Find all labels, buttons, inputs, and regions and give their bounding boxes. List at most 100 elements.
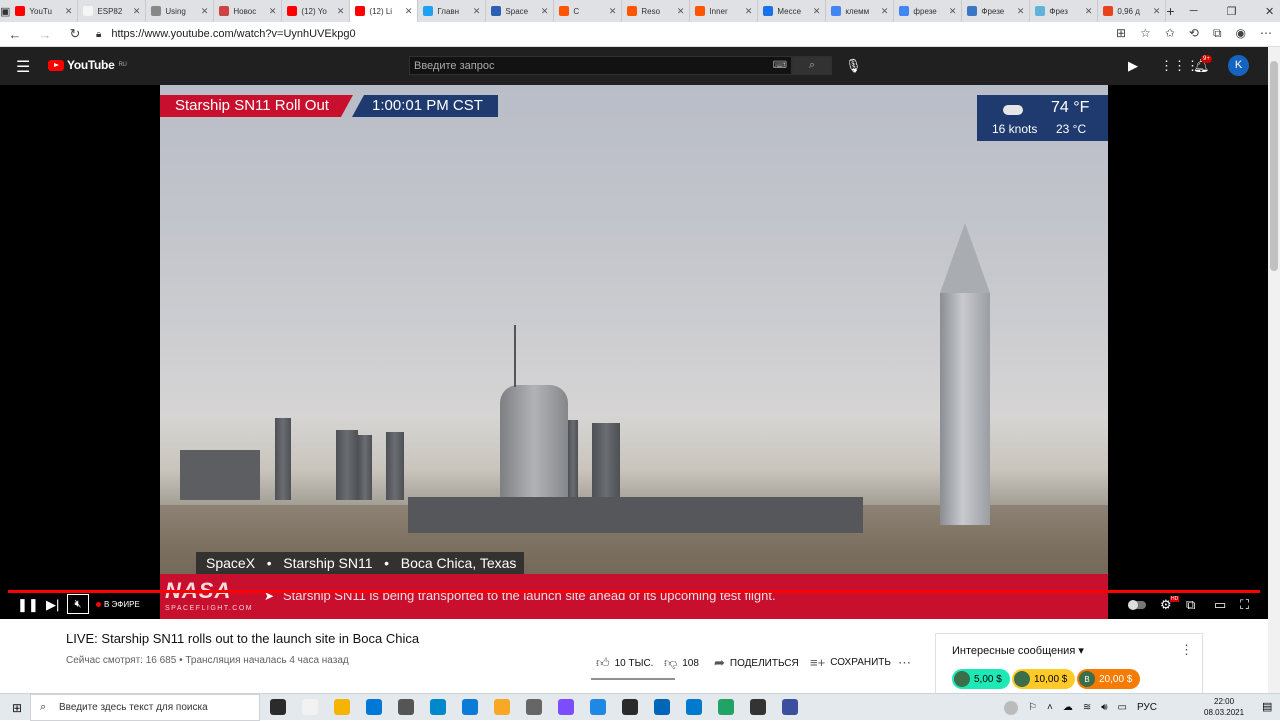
browser-tab[interactable]: ESP82 ✕ xyxy=(78,0,147,22)
tab-close-icon[interactable]: ✕ xyxy=(269,6,277,17)
tab-close-icon[interactable]: ✕ xyxy=(1017,6,1025,17)
pause-icon[interactable]: ❚❚ xyxy=(17,597,39,613)
taskbar-app-icon[interactable] xyxy=(462,699,478,715)
volume-icon[interactable]: 🔊︎ xyxy=(1101,702,1107,713)
tab-close-icon[interactable]: ✕ xyxy=(609,6,617,17)
chat-more-icon[interactable]: ⋮ xyxy=(1180,642,1193,658)
taskbar-app-icon[interactable] xyxy=(718,699,734,715)
back-button[interactable]: ← xyxy=(0,27,30,42)
browser-tab[interactable]: Reso ✕ xyxy=(622,0,691,22)
taskbar-app-icon[interactable] xyxy=(782,699,798,715)
tab-close-icon[interactable]: ✕ xyxy=(133,6,141,17)
notifications-icon[interactable]: ▤ xyxy=(1262,700,1272,713)
people-icon[interactable]: ⚐ xyxy=(1028,702,1037,713)
collections-icon[interactable]: ⧉ xyxy=(1213,26,1222,41)
taskbar-app-icon[interactable] xyxy=(334,699,350,715)
superchat-chip[interactable]: 10,00 $ xyxy=(1012,669,1076,689)
more-icon[interactable]: ⋯ xyxy=(1260,26,1272,41)
search-input[interactable]: Введите запрос ⌨ xyxy=(409,56,792,75)
taskbar-app-icon[interactable] xyxy=(686,699,702,715)
taskbar-app-icon[interactable] xyxy=(558,699,574,715)
browser-tab[interactable]: YouTu ✕ xyxy=(10,0,79,22)
wifi-icon[interactable]: ≋ xyxy=(1083,702,1091,713)
autoplay-toggle[interactable] xyxy=(1128,600,1146,610)
tray-expand-icon[interactable]: ˄ xyxy=(1047,702,1053,713)
browser-tab[interactable]: Главн ✕ xyxy=(418,0,487,22)
tab-close-icon[interactable]: ✕ xyxy=(201,6,209,17)
browser-tab[interactable]: Мессе ✕ xyxy=(758,0,827,22)
scrollbar-thumb[interactable] xyxy=(1270,61,1278,271)
browser-tab[interactable]: Using ✕ xyxy=(146,0,215,22)
mute-icon[interactable]: 🔇︎ xyxy=(67,594,89,614)
user-icon[interactable] xyxy=(1004,700,1018,715)
taskbar-clock[interactable]: 22:00 08.03.2021 xyxy=(1204,696,1244,718)
browser-tab[interactable]: (12) Li ✕ xyxy=(350,0,419,22)
tab-close-icon[interactable]: ✕ xyxy=(813,6,821,17)
live-indicator[interactable]: В ЭФИРЕ xyxy=(96,600,140,609)
share-button[interactable]: ➦ ПОДЕЛИТЬСЯ xyxy=(714,655,799,671)
close-window-button[interactable]: ✕ xyxy=(1251,0,1280,22)
taskbar-app-icon[interactable] xyxy=(590,699,606,715)
minimize-button[interactable]: ─ xyxy=(1175,0,1213,22)
taskbar-app-icon[interactable] xyxy=(526,699,542,715)
superchat-chip[interactable]: B 20,00 $ xyxy=(1077,669,1141,689)
browser-tab[interactable]: Новос ✕ xyxy=(214,0,283,22)
more-actions-icon[interactable]: ⋯ xyxy=(898,655,911,671)
youtube-logo[interactable]: YouTube RU xyxy=(48,58,127,72)
taskbar-search-input[interactable]: ⌕ Введите здесь текст для поиска xyxy=(30,694,260,721)
browser-tab[interactable]: 0,96 д ✕ xyxy=(1098,0,1167,22)
next-icon[interactable]: ▶| xyxy=(46,597,59,613)
favorites-icon[interactable]: ✩ xyxy=(1165,26,1175,41)
browser-tab[interactable]: (12) Yo ✕ xyxy=(282,0,351,22)
maximize-button[interactable]: ❐ xyxy=(1213,0,1251,22)
keyboard-icon[interactable]: ⌨ xyxy=(773,60,787,71)
taskbar-app-icon[interactable] xyxy=(654,699,670,715)
app-available-icon[interactable]: ⊞ xyxy=(1116,26,1126,41)
browser-tab[interactable]: фрезе ✕ xyxy=(894,0,963,22)
video-player[interactable]: Starship SN11 Roll Out 1:00:01 PM CST 74… xyxy=(0,85,1268,619)
microphone-icon[interactable]: 🎙︎ xyxy=(845,58,862,74)
tracking-icon[interactable]: ☆ xyxy=(1140,26,1151,41)
tab-close-icon[interactable]: ✕ xyxy=(677,6,685,17)
fullscreen-icon[interactable]: ⛶ xyxy=(1240,597,1249,613)
language-indicator[interactable]: РУС xyxy=(1137,702,1157,713)
tab-close-icon[interactable]: ✕ xyxy=(65,6,73,17)
browser-tab[interactable]: Фрезе ✕ xyxy=(962,0,1031,22)
taskbar-app-icon[interactable] xyxy=(430,699,446,715)
forward-button[interactable]: → xyxy=(30,27,60,42)
tab-close-icon[interactable]: ✕ xyxy=(881,6,889,17)
tab-close-icon[interactable]: ✕ xyxy=(337,6,345,17)
tab-close-icon[interactable]: ✕ xyxy=(473,6,481,17)
taskbar-app-icon[interactable] xyxy=(270,699,286,715)
history-icon[interactable]: ⟲ xyxy=(1189,26,1199,41)
taskbar-app-icon[interactable] xyxy=(622,699,638,715)
tab-close-icon[interactable]: ✕ xyxy=(1085,6,1093,17)
windows-start-icon[interactable]: ⊞ xyxy=(12,701,22,715)
like-button[interactable]: 👍︎ 10 ТЫС. xyxy=(596,655,653,671)
avatar[interactable]: K xyxy=(1228,55,1249,76)
tab-actions-icon[interactable]: ▣ xyxy=(0,0,10,22)
browser-tab[interactable]: Space ✕ xyxy=(486,0,555,22)
save-button[interactable]: ≡+ СОХРАНИТЬ xyxy=(810,655,891,670)
create-video-icon[interactable]: ▶ xyxy=(1128,58,1138,74)
profile-icon[interactable]: ◉ xyxy=(1236,26,1246,41)
tab-close-icon[interactable]: ✕ xyxy=(541,6,549,17)
browser-tab[interactable]: клемм ✕ xyxy=(826,0,895,22)
reload-button[interactable]: ↻ xyxy=(60,26,90,42)
taskbar-app-icon[interactable] xyxy=(366,699,382,715)
video-frame[interactable]: Starship SN11 Roll Out 1:00:01 PM CST 74… xyxy=(160,85,1108,619)
battery-icon[interactable]: ▭ xyxy=(1118,702,1127,713)
chat-mode-dropdown[interactable]: Интересные сообщения ▾ xyxy=(952,644,1084,657)
new-tab-button[interactable]: + xyxy=(1166,0,1174,22)
url-field[interactable]: https://www.youtube.com/watch?v=UynhUVEk… xyxy=(111,28,355,40)
browser-tab[interactable]: Фрез ✕ xyxy=(1030,0,1099,22)
hamburger-menu-icon[interactable]: ☰ xyxy=(16,57,30,77)
tab-close-icon[interactable]: ✕ xyxy=(405,6,413,17)
browser-tab[interactable]: C ✕ xyxy=(554,0,623,22)
theater-mode-icon[interactable]: ▭ xyxy=(1214,597,1226,613)
dislike-button[interactable]: 👎︎ 108 xyxy=(664,655,699,671)
page-scrollbar[interactable] xyxy=(1268,47,1280,693)
miniplayer-icon[interactable]: ⧉ xyxy=(1186,597,1195,613)
taskbar-app-icon[interactable] xyxy=(398,699,414,715)
taskbar-app-icon[interactable] xyxy=(494,699,510,715)
